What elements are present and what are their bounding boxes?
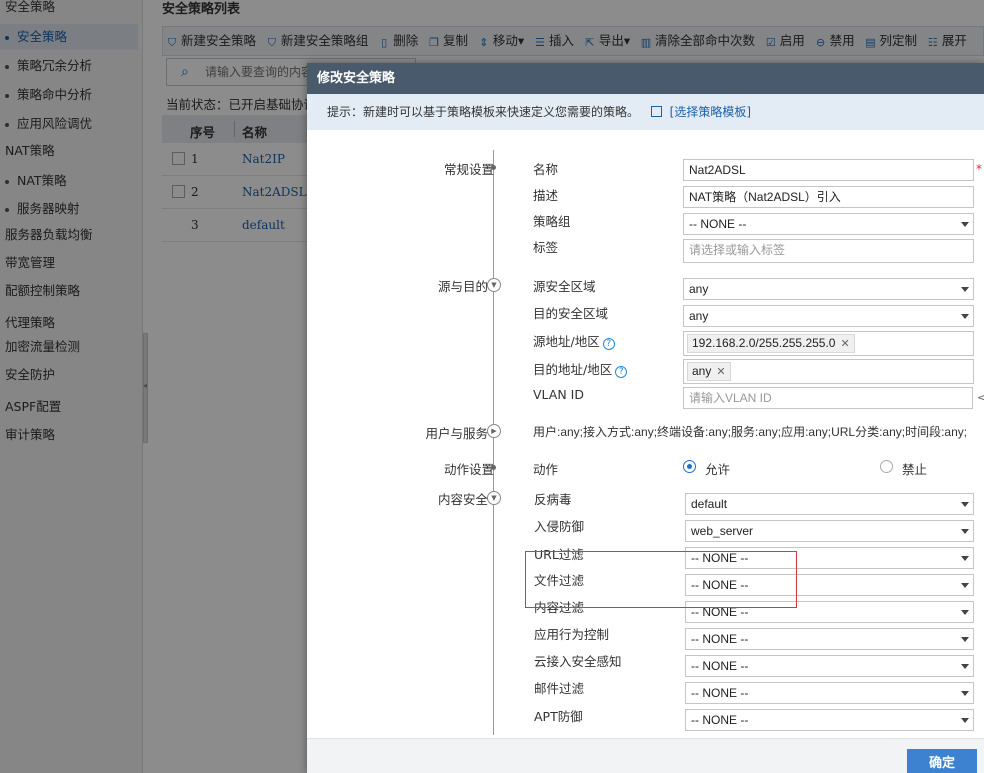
select-value: default <box>691 497 728 511</box>
mail-filter-label: 邮件过滤 <box>534 681 585 696</box>
close-icon[interactable]: ✕ <box>840 338 849 350</box>
select-value: -- NONE -- <box>689 217 747 231</box>
name-field[interactable]: Nat2ADSL <box>683 159 974 181</box>
collapse-toggle-icon[interactable]: ▼ <box>487 491 501 505</box>
deny-label: 禁止 <box>902 462 928 477</box>
section-divider <box>493 150 494 735</box>
tag-field[interactable]: 请选择或输入标签 <box>683 239 974 263</box>
chevron-down-icon <box>961 314 969 319</box>
dialog-tip: 提示：新建时可以基于策略模板来快速定义您需要的策略。 [选择策略模板] <box>307 94 984 130</box>
close-icon[interactable]: ✕ <box>716 366 725 378</box>
section-content-security: 内容安全 <box>437 492 488 507</box>
select-value: -- NONE -- <box>691 632 749 646</box>
section-general: 常规设置 <box>443 162 494 177</box>
src-addr-field[interactable]: 192.168.2.0/255.255.255.0 ✕ <box>683 331 974 356</box>
select-value: any <box>689 282 709 296</box>
chevron-down-icon <box>961 610 969 615</box>
src-zone-select[interactable]: any <box>683 278 974 300</box>
src-addr-label-text: 源地址/地区 <box>533 334 600 349</box>
tag-label: 标签 <box>533 240 559 255</box>
select-template-link[interactable]: [选择策略模板] <box>670 105 751 119</box>
select-value: web_server <box>691 524 754 538</box>
tag-text: 192.168.2.0/255.255.255.0 <box>692 336 836 350</box>
mail-filter-select[interactable]: -- NONE -- <box>685 682 974 704</box>
section-src-dst: 源与目的 <box>437 279 488 294</box>
name-label: 名称 <box>533 162 559 177</box>
apt-select[interactable]: -- NONE -- <box>685 709 974 731</box>
cloud-access-label: 云接入安全感知 <box>534 654 622 669</box>
help-icon[interactable]: ? <box>602 338 615 350</box>
section-user-service: 用户与服务 <box>425 426 488 441</box>
permit-radio[interactable] <box>683 460 696 473</box>
tag-text: any <box>692 364 712 378</box>
address-tag: 192.168.2.0/255.255.255.0 ✕ <box>687 334 855 353</box>
dst-zone-select[interactable]: any <box>683 305 974 327</box>
vlan-field[interactable]: 请输入VLAN ID <box>683 387 973 409</box>
chevron-down-icon <box>961 529 969 534</box>
chevron-left-icon: < <box>977 391 984 404</box>
policy-group-label: 策略组 <box>533 214 571 229</box>
dialog-body: 常规设置 名称 Nat2ADSL * 描述 NAT策略（Nat2ADSL）引入 … <box>307 130 984 738</box>
user-service-summary: 用户:any;接入方式:any;终端设备:any;服务:any;应用:any;U… <box>533 425 968 439</box>
edit-policy-dialog: 修改安全策略 提示：新建时可以基于策略模板来快速定义您需要的策略。 [选择策略模… <box>307 63 984 773</box>
template-icon <box>650 106 662 117</box>
chevron-down-icon <box>961 718 969 723</box>
address-tag: any ✕ <box>687 362 731 381</box>
action-label: 动作 <box>533 462 559 477</box>
vlan-label: VLAN ID <box>533 387 584 402</box>
policy-group-select[interactable]: -- NONE -- <box>683 213 974 235</box>
chevron-down-icon <box>961 637 969 642</box>
highlight-annotation <box>525 551 797 608</box>
chevron-down-icon <box>961 583 969 588</box>
permit-label: 允许 <box>705 462 731 477</box>
dst-addr-label: 目的地址/地区? <box>533 359 628 378</box>
help-icon[interactable]: ? <box>615 366 628 378</box>
tip-text: 提示：新建时可以基于策略模板来快速定义您需要的策略。 <box>327 105 640 119</box>
ips-select[interactable]: web_server <box>685 520 974 542</box>
section-dot <box>491 465 496 470</box>
cloud-access-select[interactable]: -- NONE -- <box>685 655 974 677</box>
ips-label: 入侵防御 <box>534 519 585 534</box>
collapse-toggle-icon[interactable]: ▼ <box>487 278 501 292</box>
required-mark: * <box>976 162 982 176</box>
chevron-down-icon <box>961 556 969 561</box>
ok-button[interactable]: 确定 <box>907 749 977 773</box>
description-field[interactable]: NAT策略（Nat2ADSL）引入 <box>683 186 974 208</box>
src-zone-label: 源安全区域 <box>533 279 596 294</box>
apt-label: APT防御 <box>534 709 583 724</box>
expand-toggle-icon[interactable]: ▶ <box>487 424 501 438</box>
deny-radio[interactable] <box>880 460 893 473</box>
dialog-footer: 确定 <box>307 738 984 773</box>
dst-addr-label-text: 目的地址/地区 <box>533 362 613 377</box>
dialog-title: 修改安全策略 <box>307 63 984 94</box>
chevron-down-icon <box>961 287 969 292</box>
chevron-down-icon <box>961 222 969 227</box>
select-value: -- NONE -- <box>691 713 749 727</box>
dst-zone-label: 目的安全区域 <box>533 306 609 321</box>
chevron-down-icon <box>961 502 969 507</box>
description-label: 描述 <box>533 188 559 203</box>
section-action: 动作设置 <box>443 462 494 477</box>
dst-addr-field[interactable]: any ✕ <box>683 359 974 384</box>
antivirus-select[interactable]: default <box>685 493 974 515</box>
antivirus-label: 反病毒 <box>534 492 572 507</box>
chevron-down-icon <box>961 691 969 696</box>
select-value: any <box>689 309 709 323</box>
select-value: -- NONE -- <box>691 659 749 673</box>
src-addr-label: 源地址/地区? <box>533 331 615 350</box>
select-value: -- NONE -- <box>691 686 749 700</box>
chevron-down-icon <box>961 664 969 669</box>
section-dot <box>491 165 496 170</box>
app-behavior-label: 应用行为控制 <box>534 627 610 642</box>
app-behavior-select[interactable]: -- NONE -- <box>685 628 974 650</box>
